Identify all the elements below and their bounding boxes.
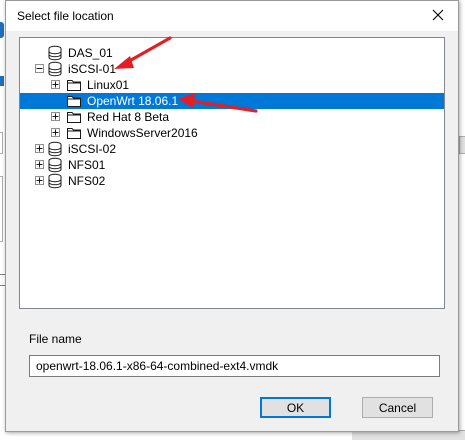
tree-item[interactable]: OpenWrt 18.06.1 [20,93,444,109]
expand-icon[interactable] [51,80,60,89]
tree-item[interactable]: DAS_01 [20,45,444,61]
tree-item[interactable]: Red Hat 8 Beta [20,109,444,125]
background-logo-fragment [0,22,4,38]
tree-item-label: iSCSI-01 [68,62,117,76]
datastore-tree-view[interactable]: DAS_01 iSCSI-01 Linux01 OpenWrt 18.06.1 Red … [19,37,445,309]
background-link-fragment [0,76,4,86]
tree-item[interactable]: iSCSI-01 [20,61,444,77]
folder-icon [66,93,82,109]
folder-icon [66,77,82,93]
tree-item-label: Linux01 [87,78,130,92]
close-icon [432,9,444,24]
file-name-label: File name [29,332,82,346]
tree-item[interactable]: NFS02 [20,173,444,189]
expand-icon[interactable] [35,144,44,153]
datastore-icon [47,45,63,61]
folder-icon [66,109,82,125]
tree-item[interactable]: NFS01 [20,157,444,173]
tree-item[interactable]: WindowsServer2016 [20,125,444,141]
tree-item[interactable]: iSCSI-02 [20,141,444,157]
datastore-icon [47,173,63,189]
folder-icon [66,125,82,141]
ok-button[interactable]: OK [260,397,331,418]
datastore-icon [47,61,63,77]
tree-item-label: NFS02 [68,174,106,188]
cancel-button[interactable]: Cancel [362,397,433,418]
collapse-icon[interactable] [35,64,44,73]
tree-item-label: WindowsServer2016 [87,126,198,140]
tree-item-label: DAS_01 [68,46,113,60]
expand-icon[interactable] [35,160,44,169]
background-field-fragment [0,132,3,154]
expand-icon[interactable] [35,176,44,185]
background-browse-button-fragment [459,136,465,154]
dialog-titlebar: Select file location [6,1,458,31]
select-file-location-dialog: Select file location DAS_01 iSCSI-01 Linux… [5,0,459,432]
tree-item-label: NFS01 [68,158,106,172]
dialog-title: Select file location [17,9,114,23]
expand-icon[interactable] [51,112,60,121]
file-name-input[interactable] [29,355,440,377]
tree-item-label: iSCSI-02 [68,142,117,156]
expand-icon[interactable] [51,128,60,137]
tree-item[interactable]: Linux01 [20,77,444,93]
datastore-icon [47,157,63,173]
tree-item-label: Red Hat 8 Beta [87,110,170,124]
datastore-icon [47,141,63,157]
tree-item-label: OpenWrt 18.06.1 [87,94,179,108]
close-button[interactable] [418,1,458,31]
background-panel-fragment [0,176,3,242]
